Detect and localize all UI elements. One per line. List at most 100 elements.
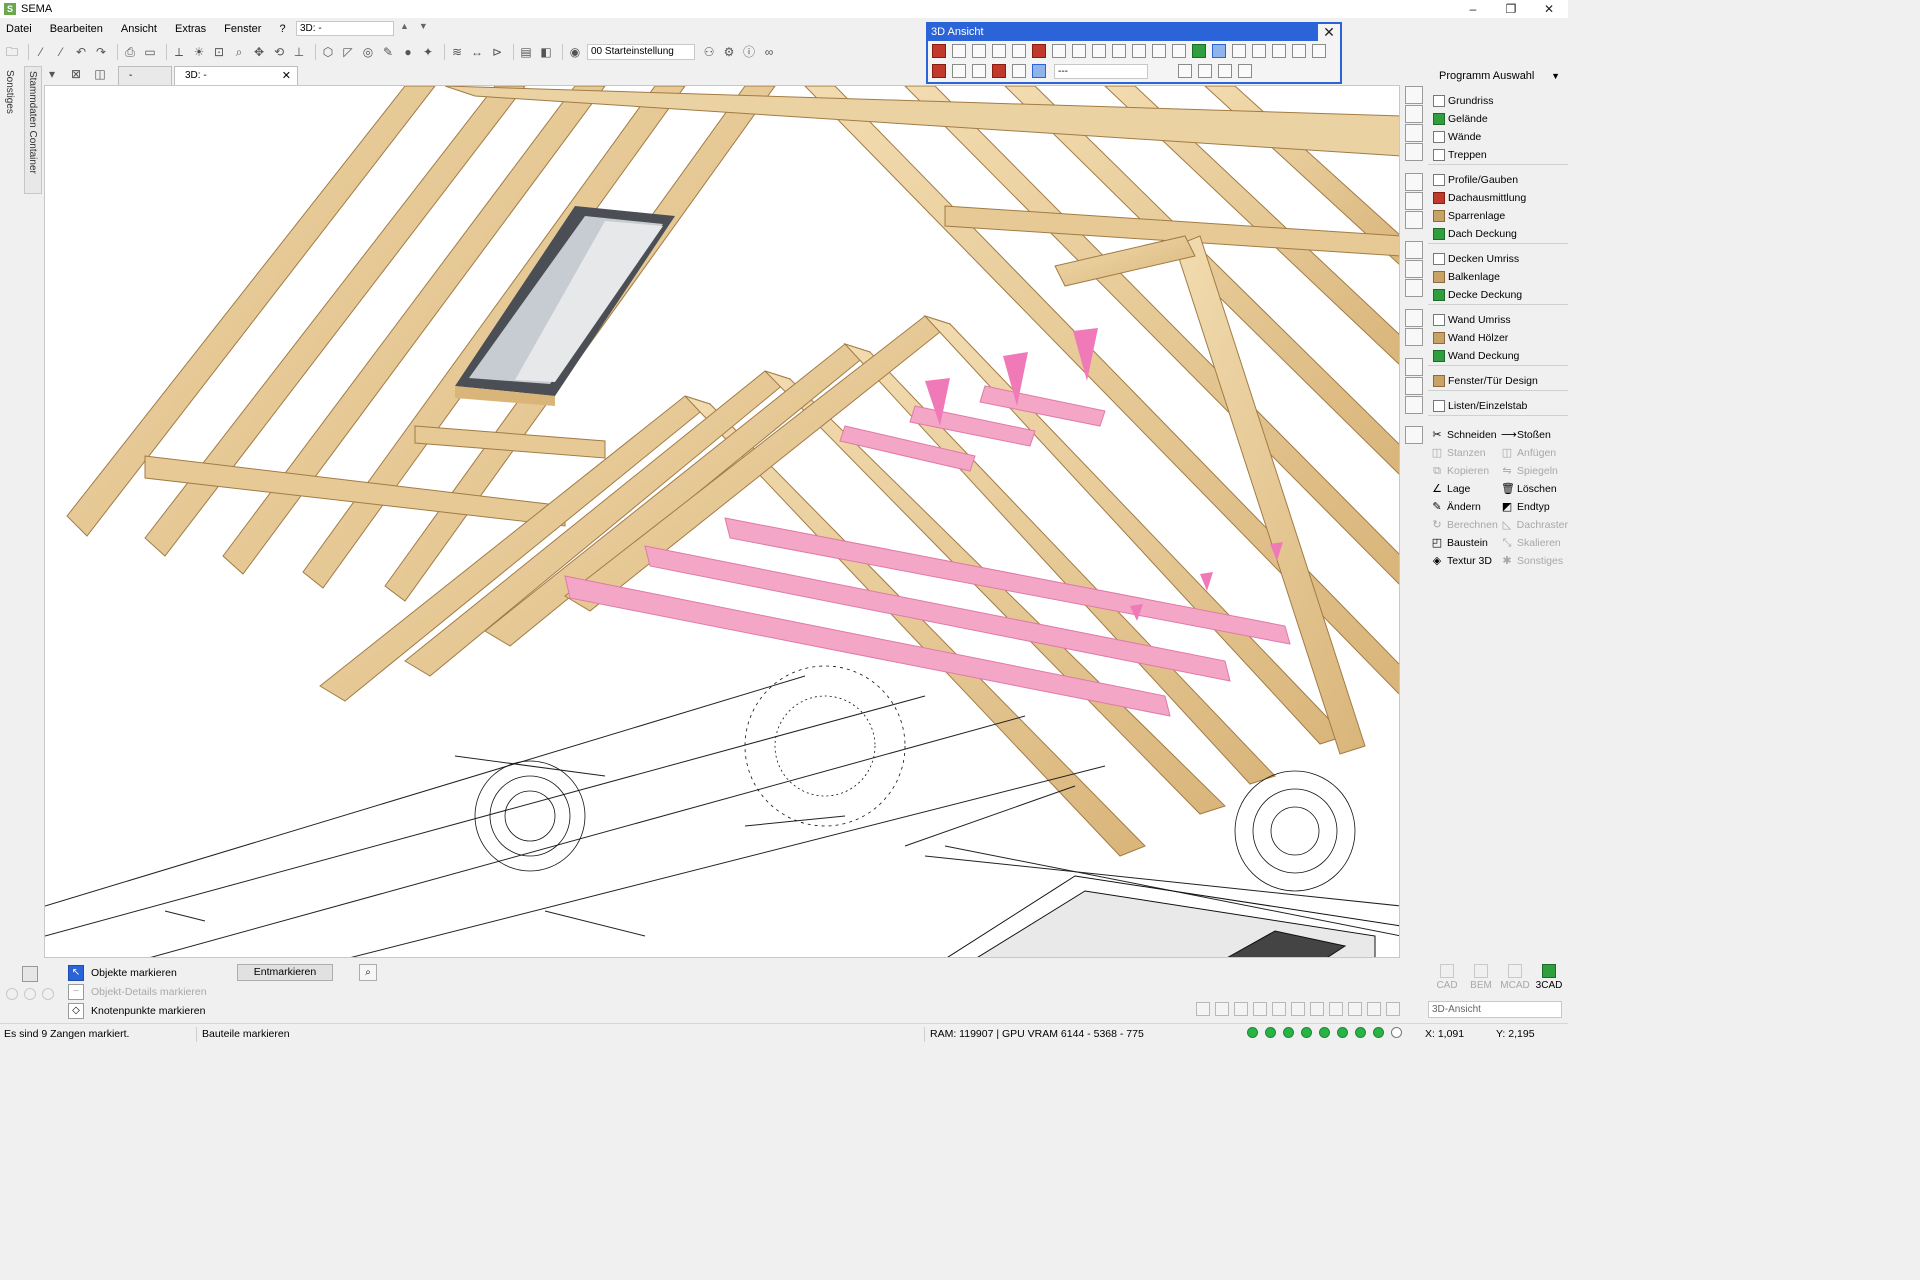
status-ok-icon[interactable] [1283,1027,1294,1038]
roof-cover-quick-icon[interactable] [1405,211,1423,229]
dimension-icon[interactable]: ↔ [469,44,485,60]
layer-delete-icon[interactable] [1178,64,1192,78]
rafter-quick-icon[interactable] [1405,192,1423,210]
tool-spiegeln[interactable]: ⇋ Spiegeln [1498,462,1568,480]
eye-icon[interactable] [1391,1027,1402,1038]
program-item-profile[interactable]: Profile/Gauben [1428,171,1568,189]
mark-details-option[interactable]: ~ Objekt-Details markieren [68,982,208,1001]
tool-aendern[interactable]: ✎ Ändern [1428,498,1498,516]
program-item-dach-deckung[interactable]: Dach Deckung [1428,225,1568,243]
textured-cube-icon[interactable] [1212,44,1226,58]
tool-schneiden[interactable]: ✂ Schneiden [1428,426,1498,444]
pan-icon[interactable]: ✥ [251,44,267,60]
clear-icon[interactable] [1238,64,1252,78]
pencil-icon[interactable]: ✎ [380,44,396,60]
grid-quick-icon[interactable] [1405,377,1423,395]
light-bulb-icon[interactable]: ✦ [420,44,436,60]
program-item-treppen[interactable]: Treppen [1428,146,1568,164]
iso-view-4-icon[interactable] [1172,44,1186,58]
house-back-icon[interactable] [1012,44,1026,58]
program-select-header[interactable]: Programm Auswahl ▼ [1428,66,1568,86]
tool-sonstiges[interactable]: ✱ Sonstiges [1498,552,1568,570]
floorplan-quick-icon[interactable] [1405,86,1423,104]
snap-cross-icon[interactable] [1329,1002,1343,1016]
redo-icon[interactable]: ↷ [93,44,109,60]
layers-stack-icon[interactable] [22,966,38,982]
status-ok-icon[interactable] [1355,1027,1366,1038]
mode-cad[interactable]: CAD [1430,964,1464,991]
program-item-decken-umriss[interactable]: Decken Umriss [1428,250,1568,268]
previous-icon[interactable] [1092,44,1106,58]
3d-view-panel-header[interactable]: 3D Ansicht ✕ [928,24,1340,41]
print-preview-icon[interactable]: ▭ [142,44,158,60]
wall-timber-quick-icon[interactable] [1405,328,1423,346]
section-icon[interactable]: ◸ [340,44,356,60]
color-icon[interactable]: ● [400,44,416,60]
tool-loeschen[interactable]: 🗑 Löschen [1498,480,1568,498]
snap-perp-icon[interactable] [1272,1002,1286,1016]
gear-icon[interactable]: ⚙ [721,44,737,60]
light-icon[interactable]: ☀ [191,44,207,60]
ceiling-cover-quick-icon[interactable] [1405,279,1423,297]
tool-stossen[interactable]: ⟶ Stoßen [1498,426,1568,444]
render-mode-icon[interactable] [932,44,946,58]
snap-center-icon[interactable] [1310,1002,1324,1016]
program-item-grundriss[interactable]: Grundriss [1428,92,1568,110]
mode-3cad[interactable]: 3CAD [1532,964,1566,991]
mark-nodes-option[interactable]: ◇ Knotenpunkte markieren [68,1001,208,1020]
snap-end-icon[interactable] [1234,1002,1248,1016]
status-ok-icon[interactable] [1373,1027,1384,1038]
walk-icon[interactable] [1072,44,1086,58]
split-view-icon[interactable]: ◫ [92,66,108,82]
wall-outline-quick-icon[interactable] [1405,309,1423,327]
program-item-listen[interactable]: Listen/Einzelstab [1428,397,1568,415]
wall-quick-icon[interactable] [1405,124,1423,142]
undo-icon[interactable]: ↶ [73,44,89,60]
status-ok-icon[interactable] [1337,1027,1348,1038]
layers-icon[interactable]: ≋ [449,44,465,60]
copy-view-icon[interactable] [1198,64,1212,78]
html-export-2-icon[interactable] [1312,44,1326,58]
globe-quick-icon[interactable] [1405,396,1423,414]
list-quick-icon[interactable] [1405,426,1423,444]
program-item-decke-deckung[interactable]: Decke Deckung [1428,286,1568,304]
program-item-balkenlage[interactable]: Balkenlage [1428,268,1568,286]
shaded-cube-icon[interactable] [1192,44,1206,58]
menu-bearbeiten[interactable]: Bearbeiten [50,23,103,35]
3d-filter-field[interactable]: --- [1054,63,1148,79]
layout-icon[interactable]: ◧ [538,44,554,60]
terrain-quick-icon[interactable] [1405,105,1423,123]
print-icon[interactable]: ⎙ [122,44,138,60]
camera-icon[interactable] [1252,44,1266,58]
menu-help[interactable]: ? [279,23,285,35]
program-item-wand-deckung[interactable]: Wand Deckung [1428,347,1568,365]
close-view-icon[interactable]: ⊠ [68,66,84,82]
tab-3d[interactable]: 3D: - ✕ [174,66,298,85]
minimize-button[interactable]: – [1454,0,1492,18]
rotate-view-icon[interactable]: ⟲ [271,44,287,60]
iso-view-2-icon[interactable] [1132,44,1146,58]
mode-mcad[interactable]: MCAD [1498,964,1532,991]
open-folder-icon[interactable]: 🗀 [4,44,20,60]
tag-icon[interactable]: ⊳ [489,44,505,60]
program-item-gelaende[interactable]: Gelände [1428,110,1568,128]
program-item-waende[interactable]: Wände [1428,128,1568,146]
close-icon[interactable]: ✕ [1318,24,1340,41]
ceiling-quick-icon[interactable] [1405,241,1423,259]
chevron-down-icon[interactable]: ▼ [1551,66,1560,86]
program-item-dachausmittlung[interactable]: Dachausmittlung [1428,189,1568,207]
view-select[interactable]: 3D: - [296,21,394,36]
house-side-icon[interactable] [992,44,1006,58]
snap-off-icon[interactable]: ⁄ [53,44,69,60]
status-ok-icon[interactable] [1265,1027,1276,1038]
stairs-quick-icon[interactable] [1405,143,1423,161]
snap-grid-icon[interactable] [1196,1002,1210,1016]
maximize-button[interactable]: ❐ [1492,0,1530,18]
zoom-icon[interactable]: ⌕ [231,44,247,60]
status-ok-icon[interactable] [1319,1027,1330,1038]
close-button[interactable]: ✕ [1530,0,1568,18]
tool-dachraster[interactable]: ◺ Dachraster [1498,516,1568,534]
zoom-window-icon[interactable]: ⊡ [211,44,227,60]
status-ok-icon[interactable] [1247,1027,1258,1038]
beam-quick-icon[interactable] [1405,260,1423,278]
